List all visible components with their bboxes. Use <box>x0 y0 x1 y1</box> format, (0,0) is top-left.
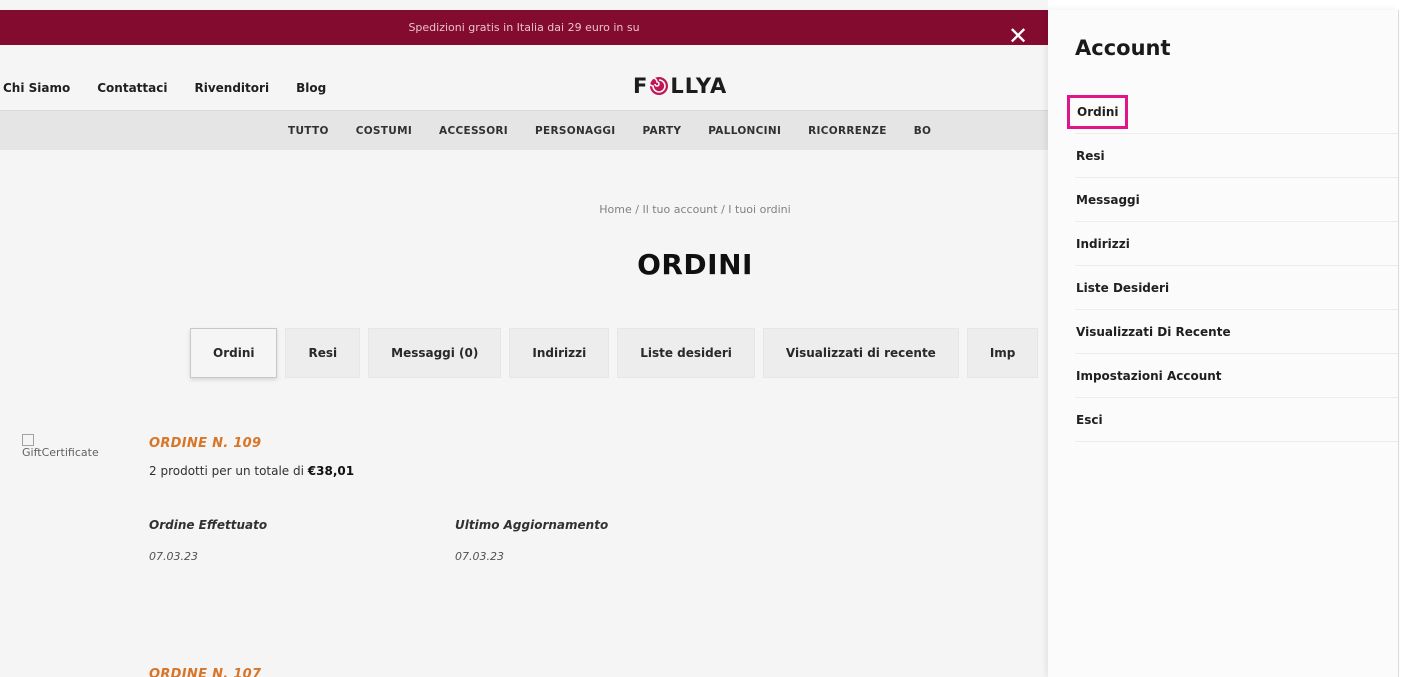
menu-item-resi[interactable]: Resi <box>1075 134 1398 178</box>
menu-item-messaggi[interactable]: Messaggi <box>1075 178 1398 222</box>
account-menu: Ordini Resi Messaggi Indirizzi Liste Des… <box>1067 90 1398 442</box>
menu-item-ordini[interactable]: Ordini <box>1067 90 1398 134</box>
account-side-panel: Account Ordini Resi Messaggi Indirizzi L… <box>1048 10 1398 677</box>
menu-item-esci[interactable]: Esci <box>1075 398 1398 442</box>
menu-item-indirizzi[interactable]: Indirizzi <box>1075 222 1398 266</box>
close-icon[interactable]: ✕ <box>1006 24 1030 48</box>
menu-item-impostazioni-account[interactable]: Impostazioni Account <box>1075 354 1398 398</box>
page-overlay[interactable] <box>0 0 1048 677</box>
menu-item-visualizzati[interactable]: Visualizzati Di Recente <box>1075 310 1398 354</box>
panel-title: Account <box>1075 36 1171 60</box>
menu-item-liste-desideri[interactable]: Liste Desideri <box>1075 266 1398 310</box>
